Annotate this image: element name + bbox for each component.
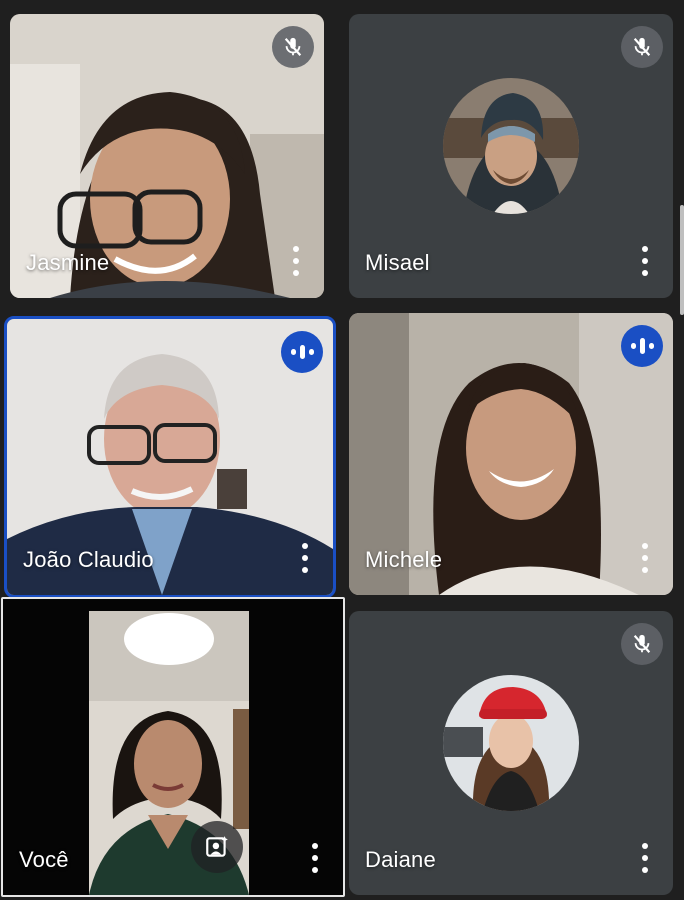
visual-effects-button[interactable] <box>191 821 243 873</box>
participant-name: Misael <box>365 250 430 275</box>
audio-level-icon <box>281 331 323 373</box>
participant-tile-joao-claudio[interactable]: João Claudio <box>4 316 336 598</box>
scrollbar[interactable] <box>680 205 684 315</box>
participant-tile-michele[interactable]: Michele <box>349 313 673 595</box>
participant-name: Você <box>19 847 69 872</box>
participant-tile-jasmine[interactable]: Jasmine <box>10 14 324 298</box>
participant-tile-daiane[interactable]: Daiane <box>349 611 673 895</box>
more-options-button[interactable] <box>639 543 651 573</box>
participant-tile-misael[interactable]: Misael <box>349 14 673 298</box>
visual-effects-icon <box>206 836 228 857</box>
participant-tile-self[interactable]: Você <box>1 597 345 897</box>
participant-name: João Claudio <box>23 547 154 572</box>
participant-name: Daiane <box>365 847 436 872</box>
more-options-button[interactable] <box>639 246 651 276</box>
mic-off-icon <box>272 26 314 68</box>
more-options-button[interactable] <box>299 543 311 573</box>
more-options-button[interactable] <box>639 843 651 873</box>
participant-name: Michele <box>365 547 443 572</box>
avatar <box>443 675 579 811</box>
audio-level-icon <box>621 325 663 367</box>
mic-off-icon <box>621 623 663 665</box>
mic-off-icon <box>621 26 663 68</box>
more-options-button[interactable] <box>309 843 321 873</box>
participant-name: Jasmine <box>26 250 110 275</box>
avatar <box>443 78 579 214</box>
more-options-button[interactable] <box>290 246 302 276</box>
